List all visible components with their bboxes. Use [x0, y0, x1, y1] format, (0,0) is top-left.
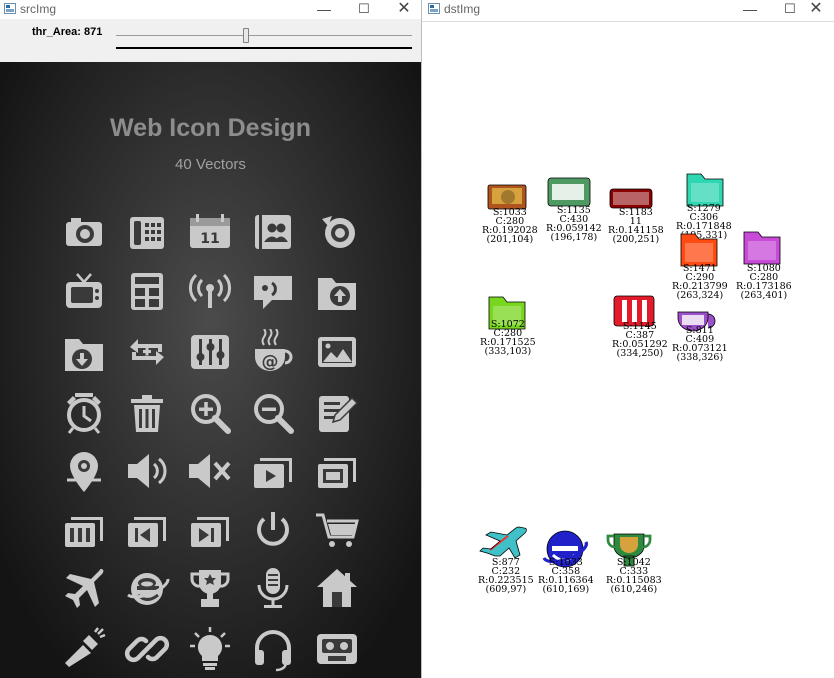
- browser-e-icon: [124, 565, 170, 611]
- trackbar-thumb[interactable]: [243, 28, 249, 43]
- skip-back-icon: [124, 507, 170, 553]
- coffee-email-icon: @: [250, 329, 296, 375]
- location-pin-icon: [61, 448, 107, 494]
- contacts-icon: [250, 209, 296, 255]
- trackbar-panel: thr_Area: 871: [0, 19, 421, 62]
- contour-label-airplane: S:877 C:232 R:0.223515 (609,97): [478, 558, 534, 595]
- contour-label-line: (610,246): [610, 584, 658, 595]
- contour-label-line: (334,250): [616, 348, 664, 359]
- src-titlebar[interactable]: srcImg — ☐ ✕: [0, 0, 421, 19]
- window-title: dstImg: [444, 2, 481, 16]
- app-icon: [428, 3, 440, 14]
- svg-text:@: @: [262, 352, 279, 372]
- play-media-icon: [250, 448, 296, 494]
- windows-icon: [314, 448, 360, 494]
- skip-forward-icon: [187, 507, 233, 553]
- contour-label-folder-orange: S:1471 C:290 R:0.213799 (263,324): [672, 264, 728, 301]
- dst-titlebar[interactable]: dstImg — ☐ ✕: [422, 0, 834, 19]
- contour-label-line: (609,97): [485, 584, 527, 595]
- contour-fax: [546, 177, 592, 208]
- download-folder-icon: [61, 329, 107, 375]
- contour-label-folder-purple: S:1080 C:280 R:0.173186 (263,401): [736, 264, 792, 301]
- contour-label-line: (201,104): [486, 234, 534, 245]
- calculator-icon: [124, 268, 170, 314]
- lightbulb-icon: [187, 626, 233, 672]
- contour-label-folder-green: S:1072 C:280 R:0.171525 (333,103): [480, 320, 536, 357]
- link-icon: [124, 626, 170, 672]
- home-icon: [314, 565, 360, 611]
- maximize-button[interactable]: ☐: [346, 0, 382, 19]
- image-icon: [314, 329, 360, 375]
- contour-label-line: (200,251): [612, 234, 660, 245]
- upload-folder-icon: [314, 268, 360, 314]
- alarm-clock-icon: [61, 390, 107, 436]
- trophy-icon: [187, 565, 233, 611]
- contour-label-line: (263,324): [676, 290, 724, 301]
- chat-icon: [250, 268, 296, 314]
- contour-label-equalizer: S:1145 C:387 R:0.051292 (334,250): [612, 322, 668, 359]
- airplane-icon: [61, 565, 107, 611]
- camera-icon: [61, 209, 107, 255]
- sync-icon: [124, 329, 170, 375]
- power-icon: [250, 507, 296, 553]
- contour-label-browser: S:1033 C:358 R:0.116364 (610,169): [538, 558, 594, 595]
- headset-icon: [250, 626, 296, 672]
- zoom-out-icon: [250, 390, 296, 436]
- zoom-in-icon: [187, 390, 233, 436]
- contour-label-trophy: S:1042 C:333 R:0.115083 (610,246): [606, 558, 662, 595]
- app-icon: [4, 3, 16, 14]
- fax-phone-icon: [124, 209, 170, 255]
- trash-icon: [124, 390, 170, 436]
- microphone-icon: [250, 565, 296, 611]
- equalizer-icon: [187, 329, 233, 375]
- contour-label-line: (333,103): [484, 346, 532, 357]
- broadcast-icon: [187, 268, 233, 314]
- cassette-icon: [314, 626, 360, 672]
- calendar-icon: 11: [187, 209, 233, 255]
- contour-label-camera: S:1033 C:280 R:0.192028 (201,104): [482, 208, 538, 245]
- tv-icon: [61, 268, 107, 314]
- mute-icon: [187, 448, 233, 494]
- result-image: S:1033 C:280 R:0.192028 (201,104) S:1135 C:43…: [422, 21, 834, 678]
- poster-title: Web Icon Design: [110, 114, 311, 142]
- trackbar-baseline: [116, 47, 412, 49]
- webcam-icon: [314, 209, 360, 255]
- film-icon: [61, 507, 107, 553]
- contour-label-fax: S:1135 C:430 R:0.059142 (196,178): [546, 206, 602, 243]
- contour-label-line: (338,326): [676, 352, 724, 363]
- contour-label-line: (196,178): [550, 232, 598, 243]
- svg-text:11: 11: [200, 231, 219, 247]
- minimize-button[interactable]: —: [306, 0, 342, 19]
- volume-up-icon: [124, 448, 170, 494]
- minimize-button[interactable]: —: [732, 0, 768, 19]
- close-button[interactable]: ✕: [798, 0, 834, 19]
- poster-subtitle: 40 Vectors: [175, 156, 246, 173]
- edit-document-icon: [314, 390, 360, 436]
- contour-label-line: (610,169): [542, 584, 590, 595]
- close-button[interactable]: ✕: [386, 0, 421, 19]
- contour-label-cup: S:811 C:409 R:0.073121 (338,326): [672, 326, 728, 363]
- trackbar-label: thr_Area: 871: [32, 26, 103, 38]
- contour-label-line: (263,401): [740, 290, 788, 301]
- contour-folder-purple: [743, 231, 783, 266]
- trackbar-track[interactable]: [116, 35, 412, 36]
- source-image: Web Icon Design 40 Vectors 11 @: [0, 62, 421, 678]
- dst-window: dstImg — ☐ ✕ S:1033 C:280 R:0.192028 (201,1…: [422, 0, 834, 678]
- flashlight-icon: [61, 626, 107, 672]
- src-window: srcImg — ☐ ✕ thr_Area: 871 Web Icon Desi…: [0, 0, 422, 678]
- cart-icon: [314, 507, 360, 553]
- contour-label-calendar: S:1183 11 R:0.141158 (200,251): [608, 208, 664, 245]
- window-title: srcImg: [20, 2, 56, 16]
